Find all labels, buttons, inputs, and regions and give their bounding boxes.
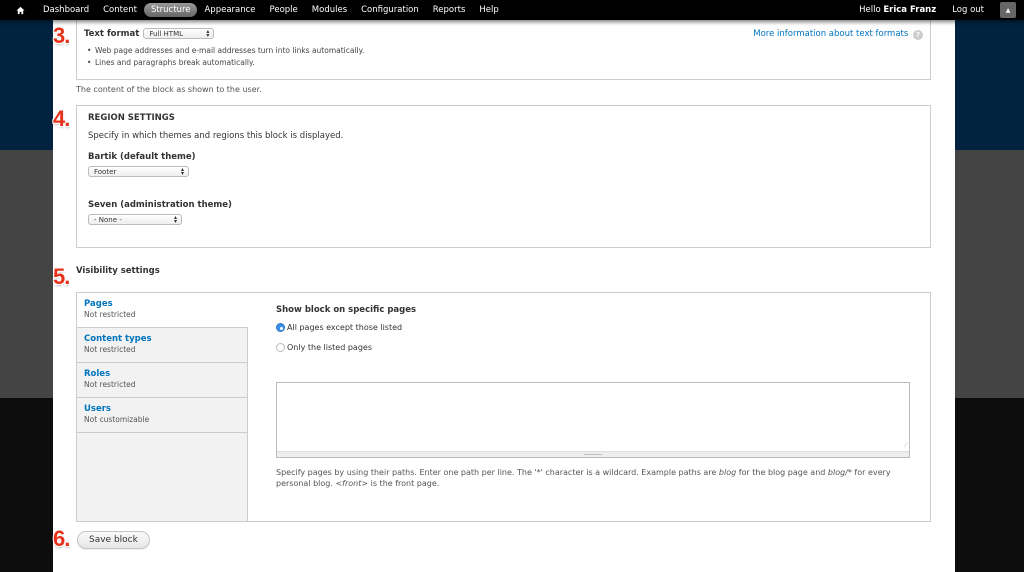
- vertical-tab-users[interactable]: Users Not customizable: [77, 398, 247, 433]
- region-settings-fieldset: REGION SETTINGS Specify in which themes …: [76, 105, 931, 248]
- text-format-wrapper: Text format Full HTML ▴ ▾ More informatio…: [76, 18, 931, 80]
- bartik-region-selected: Footer: [94, 168, 117, 176]
- pages-textarea[interactable]: ⟋: [276, 382, 910, 458]
- radio-all-pages-except[interactable]: All pages except those listed: [276, 323, 916, 332]
- home-icon[interactable]: [12, 6, 28, 15]
- step-marker-4: 4.: [53, 106, 70, 131]
- help-example-path: <front>: [335, 479, 369, 488]
- menu-dashboard[interactable]: Dashboard: [36, 3, 96, 17]
- region-settings-description: Specify in which themes and regions this…: [88, 131, 344, 141]
- menu-appearance[interactable]: Appearance: [197, 3, 262, 17]
- help-text: for the blog page and: [736, 468, 828, 477]
- menu-configuration[interactable]: Configuration: [354, 3, 426, 17]
- pages-help-text: Specify pages by using their paths. Ente…: [276, 467, 916, 489]
- step-marker-6: 6.: [53, 526, 70, 551]
- user-greeting[interactable]: Hello Erica Franz: [859, 5, 936, 15]
- text-format-tips: Web page addresses and e-mail addresses …: [85, 46, 364, 70]
- tab-title: Content types: [84, 334, 152, 344]
- tab-summary: Not restricted: [84, 345, 136, 354]
- menu-structure[interactable]: Structure: [143, 3, 198, 17]
- user-name: Erica Franz: [883, 5, 937, 15]
- tab-title: Roles: [84, 369, 111, 379]
- tab-title: Pages: [84, 299, 113, 309]
- tab-title: Users: [84, 404, 111, 414]
- vertical-tab-roles[interactable]: Roles Not restricted: [77, 363, 247, 398]
- text-format-label: Text format: [84, 28, 140, 39]
- body-description: The content of the block as shown to the…: [76, 85, 262, 94]
- tip-item: Lines and paragraphs break automatically…: [85, 58, 364, 67]
- bartik-region-select[interactable]: Footer ▴ ▾: [88, 166, 189, 177]
- menu-help[interactable]: Help: [472, 3, 505, 17]
- tip-item: Web page addresses and e-mail addresses …: [85, 46, 364, 55]
- step-marker-3: 3.: [53, 23, 70, 48]
- tab-summary: Not customizable: [84, 415, 150, 424]
- radio-unchecked-icon[interactable]: [276, 343, 285, 352]
- help-text: Specify pages by using their paths. Ente…: [276, 468, 719, 477]
- vertical-tabs-list: Pages Not restricted Content types Not r…: [77, 293, 248, 521]
- visibility-settings-title: Visibility settings: [76, 266, 160, 276]
- seven-theme-label: Seven (administration theme): [88, 200, 232, 210]
- toolbar-user-area: Hello Erica Franz Log out ▲: [859, 2, 1024, 18]
- menu-reports[interactable]: Reports: [426, 3, 473, 17]
- select-arrows-icon: ▴ ▾: [173, 214, 177, 225]
- menu-people[interactable]: People: [263, 3, 305, 17]
- help-example-path: blog: [718, 468, 737, 477]
- text-format-row: Text format Full HTML ▴ ▾: [84, 28, 215, 39]
- vertical-tab-pages[interactable]: Pages Not restricted: [77, 293, 248, 328]
- save-block-button[interactable]: Save block: [77, 531, 150, 549]
- region-settings-title: REGION SETTINGS: [88, 113, 175, 123]
- pages-tab-pane: Show block on specific pages All pages e…: [276, 305, 916, 352]
- help-example-path: blog/*: [827, 468, 852, 477]
- admin-toolbar: Dashboard Content Structure Appearance P…: [0, 0, 1024, 20]
- radio-only-listed[interactable]: Only the listed pages: [276, 343, 916, 352]
- bartik-theme-label: Bartik (default theme): [88, 152, 196, 162]
- vertical-tab-content-types[interactable]: Content types Not restricted: [77, 328, 247, 363]
- radio-label: All pages except those listed: [287, 323, 403, 332]
- help-text: is the front page.: [368, 479, 440, 488]
- step-marker-5: 5.: [53, 264, 70, 289]
- radio-label: Only the listed pages: [287, 343, 372, 352]
- menu-content[interactable]: Content: [96, 3, 144, 17]
- shortcuts-toggle-button[interactable]: ▲: [1000, 2, 1016, 18]
- text-format-help: More information about text formats ?: [753, 29, 923, 40]
- seven-region-selected: - None -: [94, 216, 122, 224]
- tab-summary: Not restricted: [84, 380, 136, 389]
- logout-link[interactable]: Log out: [952, 5, 984, 15]
- radio-checked-icon[interactable]: [276, 323, 285, 332]
- menu-modules[interactable]: Modules: [305, 3, 354, 17]
- text-format-selected: Full HTML: [149, 30, 184, 38]
- select-arrows-icon: ▴ ▾: [206, 28, 210, 39]
- seven-region-select[interactable]: - None - ▴ ▾: [88, 214, 182, 225]
- pages-heading: Show block on specific pages: [276, 305, 417, 315]
- more-info-text-formats-link[interactable]: More information about text formats: [753, 29, 908, 39]
- greeting-prefix: Hello: [859, 5, 881, 15]
- tab-summary: Not restricted: [84, 310, 136, 319]
- textarea-grippie[interactable]: [277, 451, 909, 457]
- main-content: 3. Text format Full HTML ▴ ▾ More informa…: [53, 18, 955, 572]
- select-arrows-icon: ▴ ▾: [180, 166, 184, 177]
- help-icon[interactable]: ?: [913, 30, 923, 40]
- triangle-up-icon: ▲: [1005, 6, 1011, 14]
- visibility-vertical-tabs: Pages Not restricted Content types Not r…: [76, 292, 931, 522]
- text-format-select[interactable]: Full HTML ▴ ▾: [143, 28, 215, 39]
- resize-handle-icon[interactable]: ⟋: [904, 442, 908, 450]
